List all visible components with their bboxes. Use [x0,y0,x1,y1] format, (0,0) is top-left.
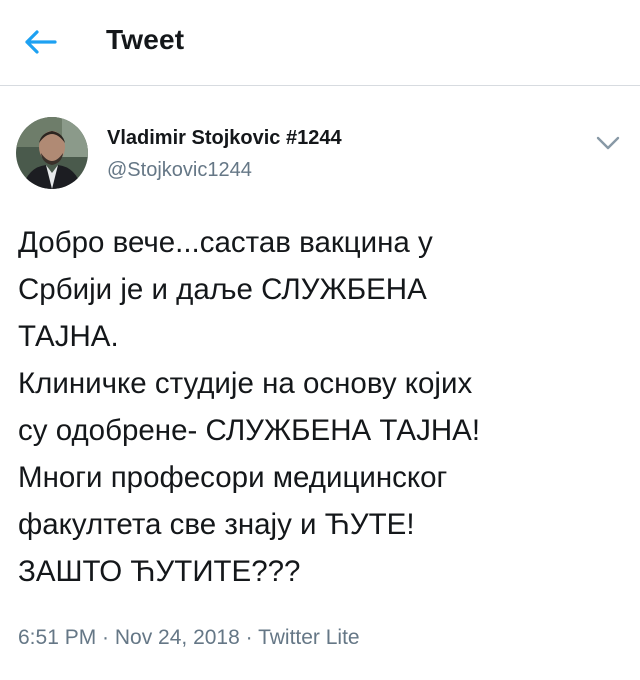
tweet-menu-button[interactable] [592,129,624,157]
tweet-text-line: факултета све знају и ЋУТЕ! [18,508,415,541]
author-handle[interactable]: @Stojkovic1244 [107,159,252,182]
top-bar: Tweet [0,0,640,86]
avatar[interactable] [16,117,88,189]
tweet-text-line: Србији је и даље СЛУЖБЕНА [18,273,427,306]
tweet-text-line: Многи професори медицинског [18,461,448,494]
tweet-text-line: ТАЈНА. [18,320,119,353]
tweet-text-line: Клиничке студије на основу којих [18,367,473,400]
tweet-text-line: Добро вече...састав вакцина у [18,226,433,259]
arrow-left-icon [25,30,57,54]
back-button[interactable] [20,24,60,60]
page-title: Tweet [106,24,185,55]
tweet: Vladimir Stojkovic #1244 @Stojkovic1244 … [0,87,640,680]
tweet-text-line: ЗАШТО ЋУТИТЕ??? [18,555,301,588]
tweet-text: Добро вече...састав вакцина у Србији је … [18,219,628,595]
chevron-down-icon [596,136,620,150]
author-display-name[interactable]: Vladimir Stojkovic #1244 [107,127,342,150]
tweet-text-line: су одобрене- СЛУЖБЕНА ТАЈНА! [18,414,481,447]
tweet-timestamp-source: 6:51 PM · Nov 24, 2018 · Twitter Lite [18,626,360,649]
